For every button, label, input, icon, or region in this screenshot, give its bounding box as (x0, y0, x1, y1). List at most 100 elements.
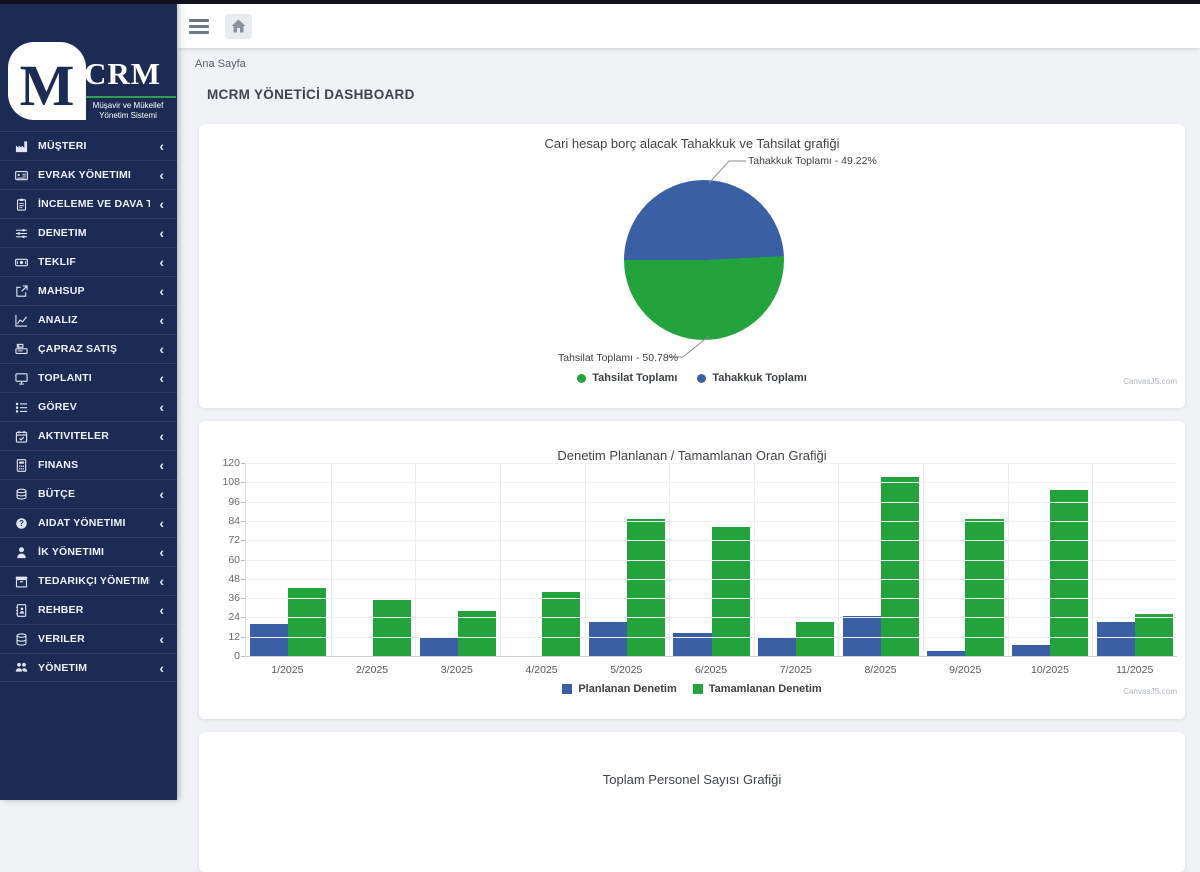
bar-planlanan-denetim[interactable] (758, 637, 796, 656)
sidebar-item-label: AIDAT YÖNETIMI (38, 517, 150, 529)
pie-chart-title: Cari hesap borç alacak Tahakkuk ve Tahsi… (199, 124, 1185, 151)
app-logo[interactable]: M CRM Müşavir ve Mükellef Yönetim Sistem… (0, 0, 177, 131)
sidebar-item-tedarik-i-y-netimi[interactable]: TEDARIKÇI YÖNETIMI‹ (0, 566, 177, 595)
bar-tamamlanan-denetim[interactable] (542, 592, 580, 656)
y-axis-tick: 120 (202, 457, 240, 469)
sidebar-item-label: İNCELEME VE DAVA TAKIP (38, 198, 150, 210)
bar-tamamlanan-denetim[interactable] (796, 622, 834, 656)
home-button[interactable] (225, 14, 252, 39)
gridline (246, 579, 1177, 580)
sidebar-item-label: MAHSUP (38, 285, 150, 297)
y-axis-tick: 96 (202, 496, 240, 508)
sidebar-item-m-teri[interactable]: MÜŞTERI‹ (0, 131, 177, 160)
sidebar-item-label: FINANS (38, 459, 150, 471)
sidebar-item-label: TOPLANTI (38, 372, 150, 384)
window-top-border (0, 0, 1200, 4)
sidebar-item-y-netim[interactable]: YÖNETIM‹ (0, 653, 177, 682)
question-circle-icon: ? (15, 516, 29, 530)
sidebar-item-i-k-y-netimi[interactable]: İK YÖNETIMI‹ (0, 537, 177, 566)
chevron-left-icon: ‹ (159, 197, 164, 211)
gridline (669, 463, 670, 656)
chevron-left-icon: ‹ (159, 342, 164, 356)
sidebar-item-denetim[interactable]: DENETIM‹ (0, 218, 177, 247)
legend-item[interactable]: Tahsilat Toplamı (577, 372, 677, 384)
gridline (246, 521, 1177, 522)
sidebar-item-analiz[interactable]: ANALIZ‹ (0, 305, 177, 334)
sidebar-item--apraz-sati-[interactable]: ÇAPRAZ SATIŞ ‹ (0, 334, 177, 363)
bar-planlanan-denetim[interactable] (1012, 645, 1050, 656)
bar-tamamlanan-denetim[interactable] (1135, 614, 1173, 656)
bar-planlanan-denetim[interactable] (420, 637, 458, 656)
legend-item[interactable]: Tamamlanan Denetim (693, 683, 822, 695)
sidebar-item-g-rev[interactable]: GÖREV‹ (0, 392, 177, 421)
logo-mark-letter: M (20, 57, 75, 115)
home-icon (231, 19, 246, 33)
user-icon (15, 545, 29, 559)
logo-divider (86, 96, 176, 98)
sidebar-item-toplanti[interactable]: TOPLANTI‹ (0, 363, 177, 392)
sidebar-item-veriler[interactable]: VERILER‹ (0, 624, 177, 653)
gridline (246, 617, 1177, 618)
bar-tamamlanan-denetim[interactable] (1050, 490, 1088, 656)
y-axis-tick: 84 (202, 515, 240, 527)
bar-chart-plot: 01224364860728496108120 (245, 463, 1177, 657)
sidebar-item-rehber[interactable]: REHBER‹ (0, 595, 177, 624)
legend-item[interactable]: Tahakkuk Toplamı (697, 372, 806, 384)
clipboard-icon (15, 197, 29, 211)
dashboard-cards: Cari hesap borç alacak Tahakkuk ve Tahsi… (199, 124, 1185, 872)
legend-label: Tahsilat Toplamı (592, 372, 677, 384)
pie-label-tahakkuk: Tahakkuk Toplamı - 49.22% (748, 155, 877, 167)
chevron-left-icon: ‹ (159, 458, 164, 472)
logo-caption: Müşavir ve Mükellef Yönetim Sistemi (76, 101, 180, 122)
calculator-icon (15, 458, 29, 472)
sidebar-item-evrak-y-netimi[interactable]: EVRAK YÖNETIMI‹ (0, 160, 177, 189)
presentation-icon (15, 371, 29, 385)
gridline (246, 560, 1177, 561)
bar-legend: Planlanan Denetim Tamamlanan Denetim (199, 683, 1185, 695)
chevron-left-icon: ‹ (159, 284, 164, 298)
sidebar-item-i-nceleme-ve-dava-takip[interactable]: İNCELEME VE DAVA TAKIP ‹ (0, 189, 177, 218)
logo-text: CRM (84, 56, 161, 92)
pie-chart[interactable] (624, 180, 784, 340)
sidebar-item-aktiviteler[interactable]: AKTIVITELER‹ (0, 421, 177, 450)
bar-planlanan-denetim[interactable] (589, 622, 627, 656)
sidebar-item-mahsup[interactable]: MAHSUP ‹ (0, 276, 177, 305)
sidebar-item-label: GÖREV (38, 401, 150, 413)
sidebar-item-b-t-e[interactable]: BÜTÇE‹ (0, 479, 177, 508)
watermark[interactable]: CanvasJS.com (1123, 687, 1177, 696)
sidebar-item-finans[interactable]: FINANS ‹ (0, 450, 177, 479)
chevron-left-icon: ‹ (159, 429, 164, 443)
y-axis-tick: 12 (202, 631, 240, 643)
hamburger-menu-icon[interactable] (189, 19, 209, 34)
breadcrumb[interactable]: Ana Sayfa (195, 58, 1200, 70)
x-axis-label: 10/2025 (1008, 664, 1093, 676)
bar-planlanan-denetim[interactable] (250, 624, 288, 656)
legend-marker-icon (577, 374, 586, 383)
bar-planlanan-denetim[interactable] (1097, 622, 1135, 656)
y-axis-tick: 48 (202, 573, 240, 585)
legend-item[interactable]: Planlanan Denetim (562, 683, 676, 695)
archive-box-icon (15, 574, 29, 588)
legend-label: Planlanan Denetim (578, 683, 676, 695)
sidebar-item-teklif[interactable]: TEKLIF‹ (0, 247, 177, 276)
pie-legend: Tahsilat Toplamı Tahakkuk Toplamı (199, 372, 1185, 384)
database-icon (15, 632, 29, 646)
address-book-icon (15, 603, 29, 617)
gridline (415, 463, 416, 656)
gridline (923, 463, 924, 656)
sidebar-item-label: TEKLIF (38, 256, 150, 268)
chart-line-icon (15, 313, 29, 327)
bar-planlanan-denetim[interactable] (927, 651, 965, 656)
bar-tamamlanan-denetim[interactable] (373, 600, 411, 656)
sidebar-item-label: EVRAK YÖNETIMI (38, 169, 150, 181)
legend-marker-icon (693, 684, 703, 694)
watermark[interactable]: CanvasJS.com (1123, 377, 1177, 386)
sidebar-item-label: ÇAPRAZ SATIŞ (38, 343, 150, 355)
gridline (585, 463, 586, 656)
bar-chart-card: Denetim Planlanan / Tamamlanan Oran Graf… (199, 421, 1185, 719)
gridline (838, 463, 839, 656)
bar-tamamlanan-denetim[interactable] (881, 477, 919, 656)
y-axis-tick: 72 (202, 534, 240, 546)
sidebar-item-aidat-y-netimi[interactable]: ?AIDAT YÖNETIMI‹ (0, 508, 177, 537)
gridline (500, 463, 501, 656)
